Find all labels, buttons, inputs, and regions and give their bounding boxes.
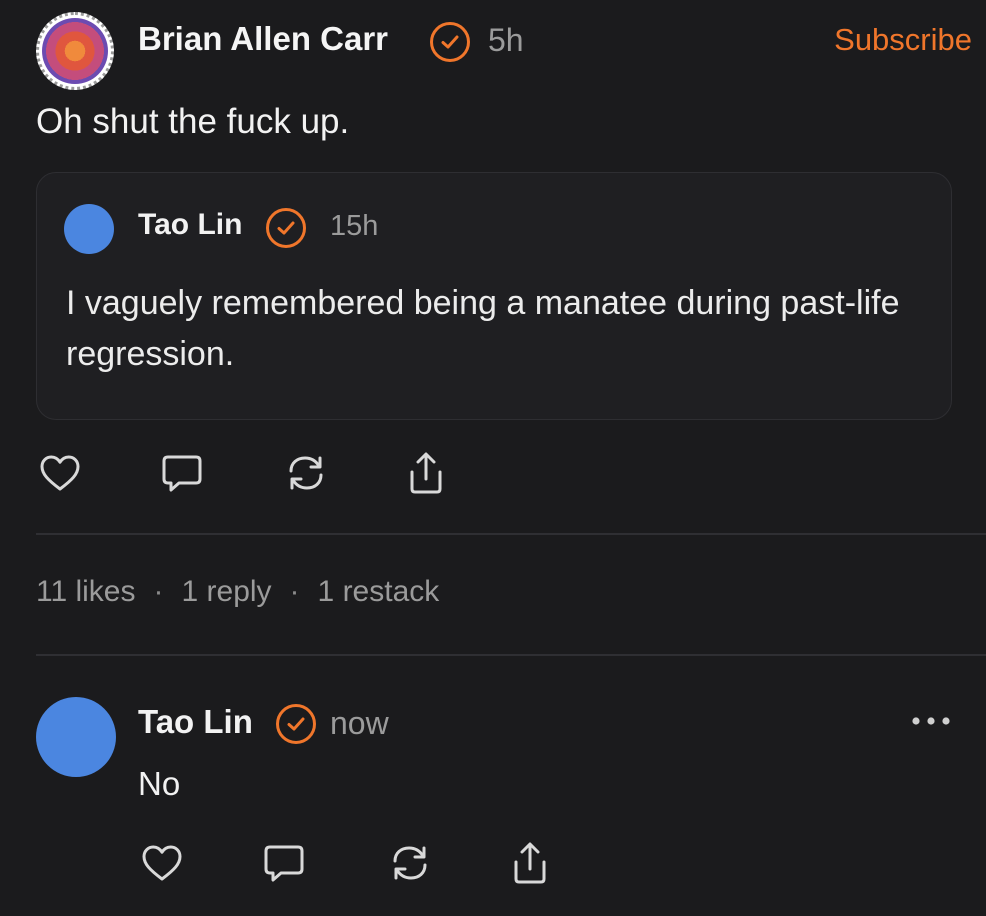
divider bbox=[36, 533, 986, 535]
more-horizontal-icon bbox=[912, 717, 950, 725]
subscribe-button[interactable]: Subscribe bbox=[834, 22, 972, 58]
comment-icon bbox=[162, 455, 202, 492]
quoted-post-time: 15h bbox=[330, 210, 379, 242]
reply-comment-button[interactable] bbox=[260, 839, 308, 887]
share-button[interactable] bbox=[402, 449, 450, 497]
like-button[interactable] bbox=[36, 449, 84, 497]
reply-author-avatar[interactable] bbox=[36, 697, 116, 777]
reply-text: No bbox=[138, 765, 181, 802]
reply-like-button[interactable] bbox=[138, 839, 186, 887]
stats-separator: · bbox=[289, 575, 300, 608]
comment-button[interactable] bbox=[158, 449, 206, 497]
replies-count[interactable]: 1 reply bbox=[182, 575, 272, 609]
post-stats: 11 likes · 1 reply · 1 restack bbox=[36, 575, 439, 609]
author-avatar[interactable] bbox=[36, 12, 114, 90]
quoted-post-text: I vaguely remembered being a manatee dur… bbox=[66, 284, 900, 373]
stats-separator: · bbox=[153, 575, 164, 608]
reply-restack-button[interactable] bbox=[386, 839, 434, 887]
heart-icon bbox=[142, 845, 182, 881]
restacks-count[interactable]: 1 restack bbox=[318, 575, 440, 609]
likes-count[interactable]: 11 likes bbox=[36, 575, 136, 609]
heart-icon bbox=[40, 455, 80, 491]
more-options-button[interactable] bbox=[906, 706, 956, 736]
restack-icon bbox=[289, 456, 323, 490]
share-icon bbox=[514, 842, 546, 884]
quoted-author-avatar bbox=[64, 204, 114, 254]
post-time: 5h bbox=[488, 22, 524, 58]
comment-icon bbox=[264, 845, 304, 882]
author-avatar-image bbox=[42, 18, 108, 84]
verified-badge-icon bbox=[266, 208, 306, 248]
quoted-author-name: Tao Lin bbox=[138, 208, 243, 241]
verified-badge-icon bbox=[276, 704, 316, 744]
restack-button[interactable] bbox=[282, 449, 330, 497]
share-icon bbox=[410, 452, 442, 494]
divider bbox=[36, 654, 986, 656]
reply-author-name[interactable]: Tao Lin bbox=[138, 703, 253, 741]
reply-share-button[interactable] bbox=[506, 839, 554, 887]
post-body: Oh shut the fuck up. bbox=[36, 102, 350, 141]
restack-icon bbox=[393, 846, 427, 880]
verified-badge-icon bbox=[430, 22, 470, 62]
reply-time: now bbox=[330, 705, 389, 741]
author-name[interactable]: Brian Allen Carr bbox=[138, 20, 388, 58]
